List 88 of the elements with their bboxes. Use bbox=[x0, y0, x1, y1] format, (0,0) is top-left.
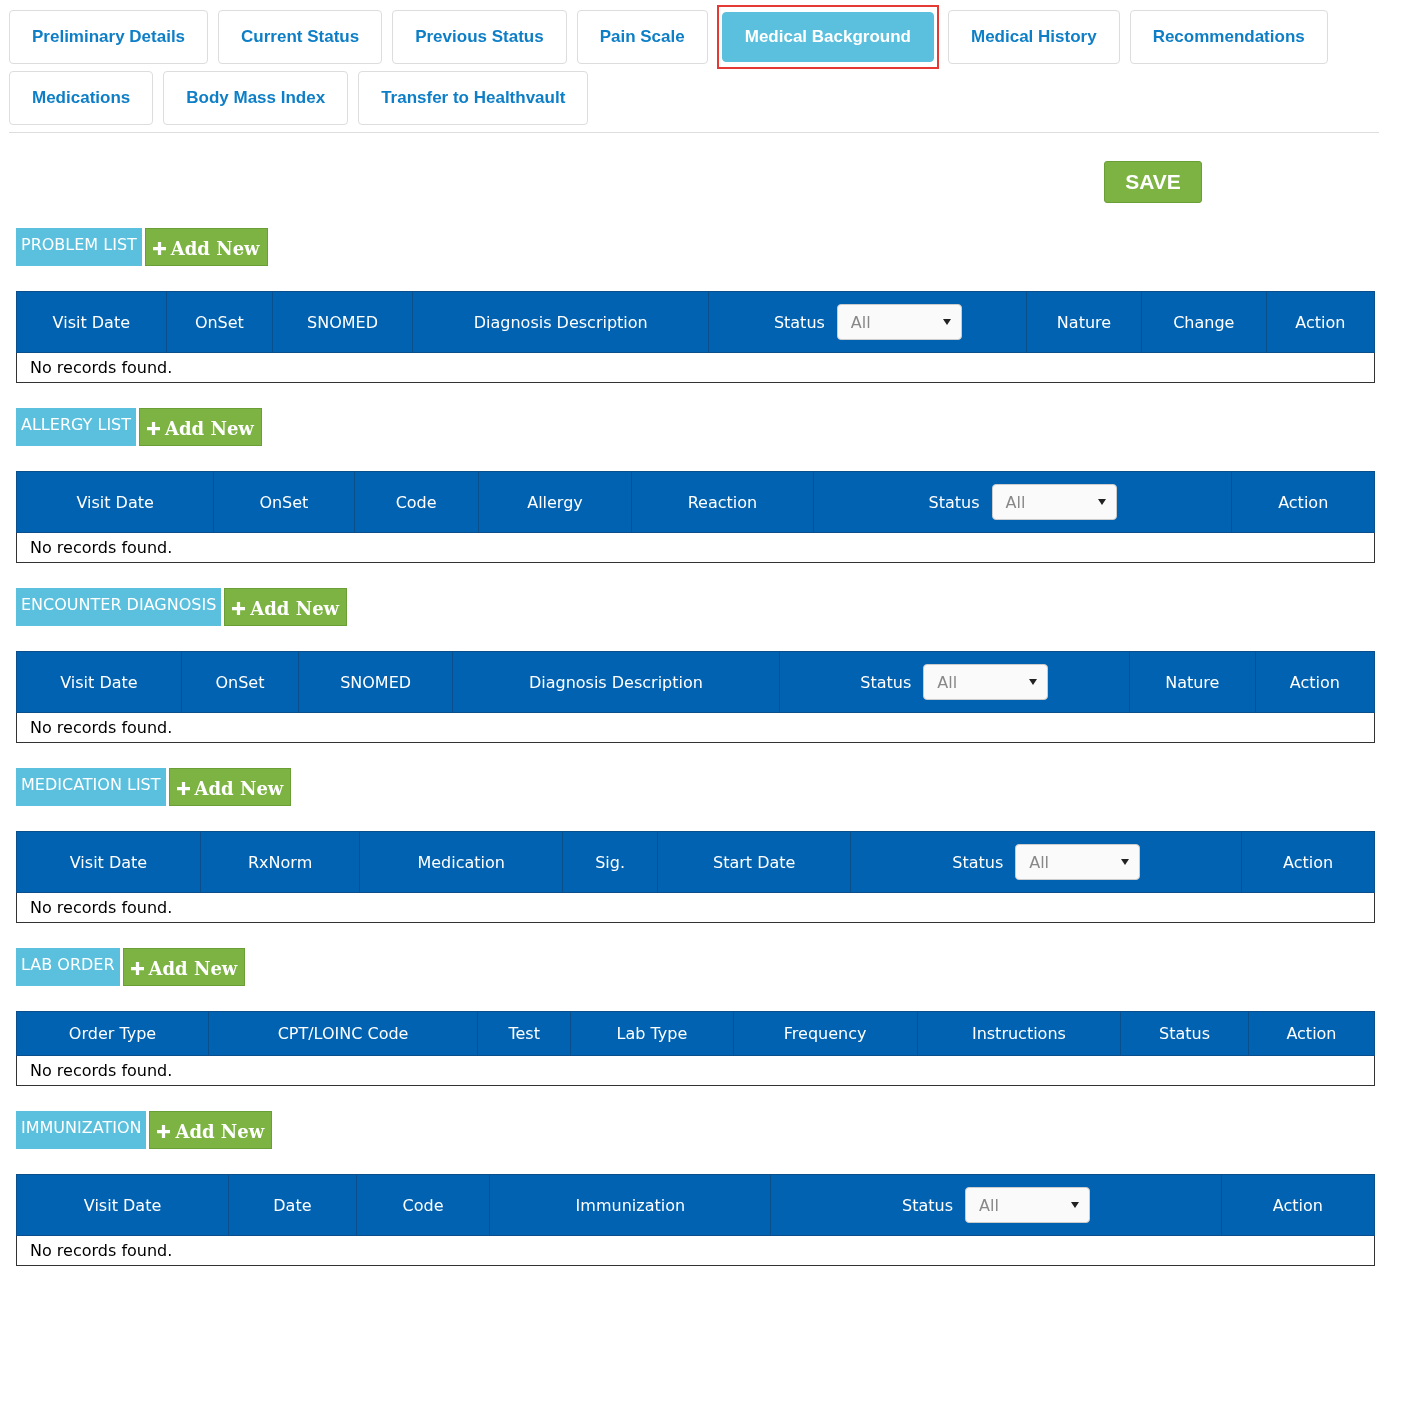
column-header: Action bbox=[1241, 831, 1375, 893]
tab[interactable]: Preliminary Details bbox=[9, 10, 209, 64]
section-title: ALLERGY LIST bbox=[16, 408, 137, 446]
column-header: Order Type bbox=[16, 1011, 209, 1056]
plus-icon bbox=[147, 421, 161, 435]
add-new-button[interactable]: Add New bbox=[149, 1111, 273, 1149]
column-header: Medication bbox=[359, 831, 563, 893]
column-header: Diagnosis Description bbox=[452, 651, 780, 713]
column-label: Status bbox=[928, 492, 980, 512]
column-header: Code bbox=[356, 1174, 490, 1236]
column-label: Status bbox=[860, 672, 912, 692]
column-header: Test bbox=[477, 1011, 571, 1056]
add-new-button[interactable]: Add New bbox=[139, 408, 262, 446]
tab[interactable]: Body Mass Index bbox=[163, 71, 349, 125]
column-header: OnSet bbox=[213, 471, 355, 533]
section-title: MEDICATION LIST bbox=[16, 768, 166, 806]
column-header: Status bbox=[1120, 1011, 1249, 1056]
column-header: Change bbox=[1141, 291, 1267, 353]
column-header: Action bbox=[1248, 1011, 1375, 1056]
tab[interactable]: Current Status bbox=[218, 10, 383, 64]
column-header: CPT/LOINC Code bbox=[208, 1011, 478, 1056]
plus-icon bbox=[232, 601, 246, 615]
empty-message: No records found. bbox=[16, 1235, 1375, 1266]
tab[interactable]: Recommendations bbox=[1129, 10, 1328, 64]
plus-icon bbox=[157, 1124, 171, 1138]
add-new-button[interactable]: Add New bbox=[168, 768, 292, 806]
column-header: Nature bbox=[1026, 291, 1142, 353]
tab[interactable]: Medical Background bbox=[721, 12, 934, 62]
column-header: Diagnosis Description bbox=[412, 291, 709, 353]
save-button[interactable]: SAVE bbox=[1104, 161, 1202, 203]
column-label: Status bbox=[952, 852, 1004, 872]
status-dropdown[interactable]: All bbox=[1015, 844, 1141, 880]
column-header: Sig. bbox=[562, 831, 658, 893]
empty-message: No records found. bbox=[16, 892, 1375, 923]
column-header: Action bbox=[1255, 651, 1375, 713]
status-dropdown[interactable]: All bbox=[965, 1187, 1091, 1223]
column-header: Immunization bbox=[489, 1174, 771, 1236]
column-header: Visit Date bbox=[16, 831, 201, 893]
section-title: IMMUNIZATION bbox=[16, 1111, 147, 1149]
column-header: Lab Type bbox=[570, 1011, 734, 1056]
column-header: SNOMED bbox=[298, 651, 453, 713]
dropdown-caret-icon bbox=[1029, 679, 1038, 685]
column-header: Code bbox=[354, 471, 479, 533]
tab[interactable]: Previous Status bbox=[392, 10, 567, 64]
status-dropdown[interactable]: All bbox=[991, 484, 1117, 520]
column-header: Visit Date bbox=[16, 1174, 229, 1236]
column-header: Allergy bbox=[478, 471, 632, 533]
dropdown-caret-icon bbox=[1071, 1202, 1080, 1208]
column-header: SNOMED bbox=[272, 291, 413, 353]
column-header: OnSet bbox=[181, 651, 299, 713]
section-title: PROBLEM LIST bbox=[16, 228, 142, 266]
add-new-button[interactable]: Add New bbox=[144, 228, 268, 266]
column-header: Action bbox=[1221, 1174, 1375, 1236]
empty-message: No records found. bbox=[16, 712, 1375, 743]
dropdown-caret-icon bbox=[1121, 859, 1130, 865]
tab[interactable]: Transfer to Healthvault bbox=[358, 71, 589, 125]
add-new-button[interactable]: Add New bbox=[224, 588, 348, 626]
tab[interactable]: Pain Scale bbox=[576, 10, 708, 64]
status-dropdown[interactable]: All bbox=[923, 664, 1049, 700]
plus-icon bbox=[176, 781, 190, 795]
column-header: Frequency bbox=[733, 1011, 917, 1056]
add-new-button[interactable]: Add New bbox=[122, 948, 246, 986]
column-header: OnSet bbox=[166, 291, 273, 353]
section-title: ENCOUNTER DIAGNOSIS bbox=[16, 588, 222, 626]
empty-message: No records found. bbox=[16, 532, 1375, 563]
column-label: Status bbox=[902, 1195, 954, 1215]
tab[interactable]: Medications bbox=[9, 71, 154, 125]
dropdown-caret-icon bbox=[942, 319, 951, 325]
column-header: Visit Date bbox=[16, 651, 182, 713]
plus-icon bbox=[152, 241, 166, 255]
column-header: Date bbox=[228, 1174, 357, 1236]
column-header: Action bbox=[1266, 291, 1375, 353]
empty-message: No records found. bbox=[16, 352, 1375, 383]
column-header: Action bbox=[1231, 471, 1375, 533]
column-header: Visit Date bbox=[16, 291, 167, 353]
column-header: Nature bbox=[1129, 651, 1256, 713]
column-label: Status bbox=[773, 312, 825, 332]
column-header: Reaction bbox=[631, 471, 814, 533]
plus-icon bbox=[130, 961, 144, 975]
column-header: Instructions bbox=[917, 1011, 1121, 1056]
column-header: Visit Date bbox=[16, 471, 214, 533]
empty-message: No records found. bbox=[16, 1055, 1375, 1086]
column-header: RxNorm bbox=[200, 831, 360, 893]
column-header: Start Date bbox=[657, 831, 851, 893]
section-title: LAB ORDER bbox=[16, 948, 120, 986]
status-dropdown[interactable]: All bbox=[836, 304, 962, 340]
dropdown-caret-icon bbox=[1097, 499, 1106, 505]
tab[interactable]: Medical History bbox=[948, 10, 1120, 64]
